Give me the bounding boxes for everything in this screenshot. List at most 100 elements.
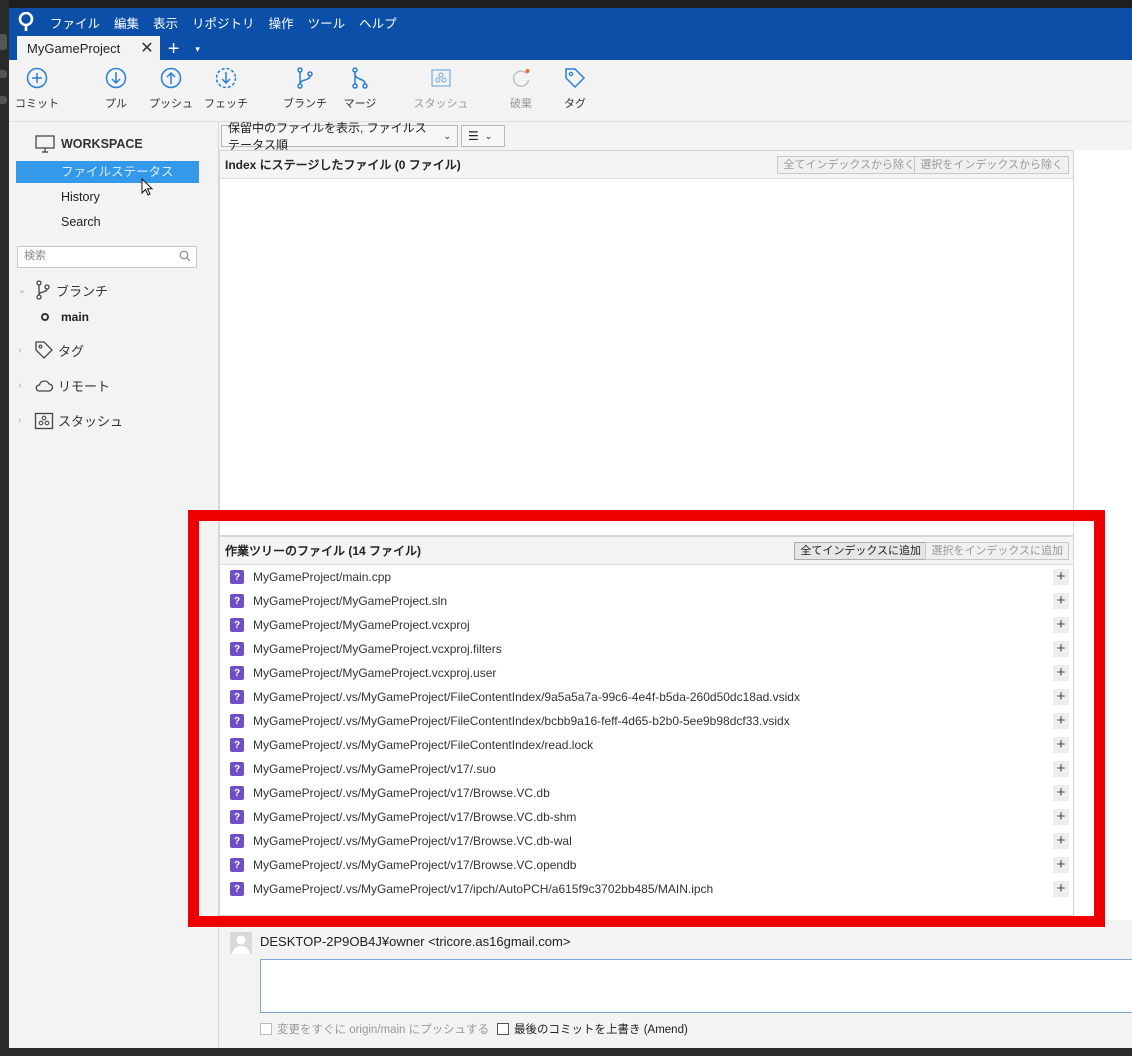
file-row[interactable]: ? MyGameProject/main.cpp + <box>220 565 1073 589</box>
menu-file[interactable]: ファイル <box>43 13 107 32</box>
file-row[interactable]: ? MyGameProject/.vs/MyGameProject/v17/ipc… <box>220 877 1073 901</box>
tag-icon <box>565 68 586 89</box>
fetch-button[interactable]: フェッチ <box>198 66 254 111</box>
sidebar-tags[interactable]: › タグ <box>18 340 84 360</box>
file-path: MyGameProject/.vs/MyGameProject/FileCont… <box>253 690 800 704</box>
stage-file-plus-icon[interactable]: + <box>1053 857 1069 873</box>
merge-icon <box>352 67 368 89</box>
chevron-right-icon[interactable]: › <box>18 345 32 356</box>
branch-button[interactable]: ブランチ <box>277 66 333 111</box>
stage-file-plus-icon[interactable]: + <box>1053 809 1069 825</box>
file-row[interactable]: ? MyGameProject/.vs/MyGameProject/v17/Bro… <box>220 781 1073 805</box>
untracked-status-icon: ? <box>230 666 244 680</box>
strip-marker <box>0 34 7 50</box>
stage-file-plus-icon[interactable]: + <box>1053 665 1069 681</box>
file-row[interactable]: ? MyGameProject/.vs/MyGameProject/v17/Bro… <box>220 805 1073 829</box>
file-path: MyGameProject/.vs/MyGameProject/v17/.suo <box>253 762 496 776</box>
menu-actions[interactable]: 操作 <box>262 13 301 32</box>
tag-label: タグ <box>564 98 586 110</box>
file-row[interactable]: ? MyGameProject/MyGameProject.vcxproj.fil… <box>220 637 1073 661</box>
commit-button[interactable]: コミット <box>9 66 65 111</box>
stage-file-plus-icon[interactable]: + <box>1053 641 1069 657</box>
push-button[interactable]: プッシュ <box>143 66 199 111</box>
tab-bar: MyGameProject ✕ + ▾ <box>9 36 1132 60</box>
file-row[interactable]: ? MyGameProject/MyGameProject.vcxproj.use… <box>220 661 1073 685</box>
discard-button[interactable]: 破棄 <box>493 66 549 111</box>
close-icon[interactable]: ✕ <box>140 38 153 58</box>
untracked-status-icon: ? <box>230 594 244 608</box>
push-label: プッシュ <box>149 98 193 110</box>
branch-item-main[interactable]: main <box>41 310 89 324</box>
tag-icon <box>35 341 53 359</box>
stage-file-plus-icon[interactable]: + <box>1053 617 1069 633</box>
search-placeholder: 検索 <box>24 250 46 262</box>
file-path: MyGameProject/MyGameProject.vcxproj <box>253 618 470 632</box>
stash-box-icon <box>34 412 54 429</box>
merge-button[interactable]: マージ <box>332 66 388 111</box>
remove-selected-from-index-button[interactable]: 選択をインデックスから除く <box>914 156 1069 174</box>
file-row[interactable]: ? MyGameProject/.vs/MyGameProject/FileCon… <box>220 685 1073 709</box>
sidebar-search-input[interactable]: 検索 <box>17 246 197 268</box>
file-filter-dropdown[interactable]: 保留中のファイルを表示, ファイルステータス順 ⌄ <box>221 121 458 152</box>
view-mode-dropdown[interactable]: ☰ ⌄ <box>461 125 505 147</box>
file-row[interactable]: ? MyGameProject/.vs/MyGameProject/v17/.su… <box>220 757 1073 781</box>
unstaged-files-panel: 作業ツリーのファイル (14 ファイル) 全てインデックスに追加 選択をインデッ… <box>219 536 1074 916</box>
sidebar-item-history[interactable]: History <box>16 186 199 208</box>
add-all-to-index-button[interactable]: 全てインデックスに追加 <box>794 542 927 560</box>
stage-file-plus-icon[interactable]: + <box>1053 569 1069 585</box>
checkbox-box[interactable] <box>260 1023 272 1035</box>
chevron-right-icon[interactable]: › <box>18 415 32 426</box>
file-path: MyGameProject/.vs/MyGameProject/v17/ipch… <box>253 882 714 896</box>
menu-edit[interactable]: 編集 <box>107 13 146 32</box>
push-immediately-checkbox[interactable]: 変更をすぐに origin/main にプッシュする <box>260 1021 489 1037</box>
stage-file-plus-icon[interactable]: + <box>1053 761 1069 777</box>
fetch-label: フェッチ <box>204 98 248 110</box>
file-path: MyGameProject/main.cpp <box>253 570 392 584</box>
file-filter-value: 保留中のファイルを表示, ファイルステータス順 <box>228 121 427 152</box>
menu-tools[interactable]: ツール <box>301 13 353 32</box>
sidebar-remotes[interactable]: › リモート <box>18 376 110 395</box>
tab-list-chevron-down-icon[interactable]: ▾ <box>188 38 208 60</box>
remove-all-from-index-button[interactable]: 全てインデックスから除く <box>777 156 921 174</box>
strip-marker <box>0 70 7 78</box>
stage-file-plus-icon[interactable]: + <box>1053 833 1069 849</box>
sidebar-item-file-status[interactable]: ファイルステータス <box>16 161 199 183</box>
new-tab-plus-icon[interactable]: + <box>160 38 188 60</box>
commit-message-input[interactable] <box>260 959 1132 1013</box>
list-view-icon: ☰ <box>468 129 479 143</box>
stage-file-plus-icon[interactable]: + <box>1053 689 1069 705</box>
commit-plus-icon <box>26 67 48 89</box>
untracked-status-icon: ? <box>230 570 244 584</box>
sourcetree-logo-icon <box>9 8 43 36</box>
tab-mygameproject[interactable]: MyGameProject ✕ <box>17 36 160 60</box>
add-selected-to-index-button[interactable]: 選択をインデックスに追加 <box>925 542 1069 560</box>
sidebar-item-search[interactable]: Search <box>16 211 199 233</box>
amend-checkbox[interactable]: 最後のコミットを上書き (Amend) <box>497 1021 688 1037</box>
file-row[interactable]: ? MyGameProject/.vs/MyGameProject/FileCon… <box>220 733 1073 757</box>
chevron-right-icon[interactable]: › <box>18 380 32 391</box>
file-path: MyGameProject/MyGameProject.vcxproj.user <box>253 666 497 680</box>
file-row[interactable]: ? MyGameProject/MyGameProject.vcxproj + <box>220 613 1073 637</box>
file-row[interactable]: ? MyGameProject/.vs/MyGameProject/v17/Bro… <box>220 853 1073 877</box>
avatar <box>230 932 252 954</box>
stash-button[interactable]: スタッシュ <box>412 66 470 111</box>
sidebar-branches[interactable]: ⌄ ブランチ <box>18 280 108 300</box>
file-row[interactable]: ? MyGameProject/.vs/MyGameProject/v17/Bro… <box>220 829 1073 853</box>
discard-label: 破棄 <box>510 98 532 110</box>
checkbox-box[interactable] <box>497 1023 509 1035</box>
menu-repository[interactable]: リポジトリ <box>185 13 262 32</box>
untracked-status-icon: ? <box>230 690 244 704</box>
chevron-down-icon[interactable]: ⌄ <box>18 285 32 296</box>
stage-file-plus-icon[interactable]: + <box>1053 785 1069 801</box>
stage-file-plus-icon[interactable]: + <box>1053 713 1069 729</box>
menu-help[interactable]: ヘルプ <box>352 13 404 32</box>
stage-file-plus-icon[interactable]: + <box>1053 593 1069 609</box>
menu-view[interactable]: 表示 <box>146 13 185 32</box>
stage-file-plus-icon[interactable]: + <box>1053 881 1069 897</box>
tag-button[interactable]: タグ <box>547 66 603 111</box>
pull-button[interactable]: プル <box>88 66 144 111</box>
sidebar-stashes[interactable]: › スタッシュ <box>18 411 123 430</box>
stage-file-plus-icon[interactable]: + <box>1053 737 1069 753</box>
file-row[interactable]: ? MyGameProject/MyGameProject.sln + <box>220 589 1073 613</box>
file-row[interactable]: ? MyGameProject/.vs/MyGameProject/FileCon… <box>220 709 1073 733</box>
